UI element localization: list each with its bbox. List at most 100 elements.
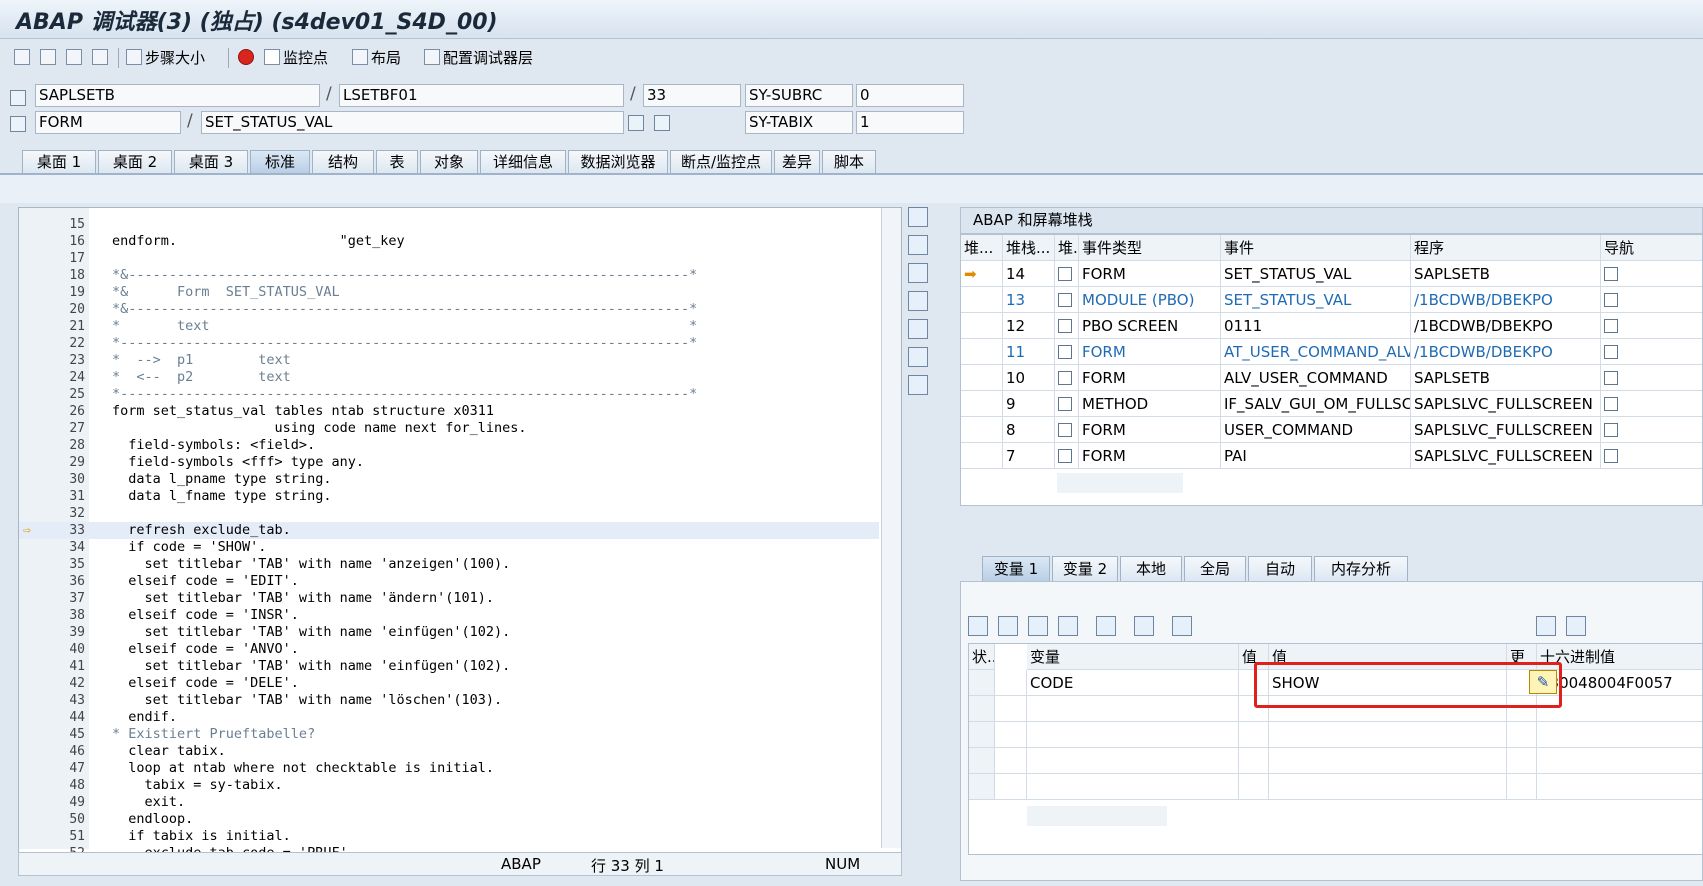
tab-desktop-2[interactable]: 桌面 2 [98, 150, 172, 173]
variable-cell[interactable] [1239, 722, 1269, 748]
tab-desktop-3[interactable]: 桌面 3 [174, 150, 248, 173]
code-line[interactable]: 34 if code = 'SHOW'. [19, 539, 879, 556]
tab-script[interactable]: 脚本 [822, 150, 876, 173]
stack-cell[interactable]: AT_USER_COMMAND_ALV [1221, 339, 1411, 365]
code-line[interactable]: 38 elseif code = 'INSR'. [19, 607, 879, 624]
stack-cell[interactable] [1601, 261, 1702, 287]
variable-cell[interactable] [995, 722, 1027, 748]
variable-cell[interactable] [1269, 748, 1507, 774]
variable-column-header[interactable]: 变量 [1027, 644, 1239, 670]
insert-icon[interactable] [998, 616, 1018, 636]
variable-cell[interactable] [1239, 696, 1269, 722]
stack-cell[interactable] [1601, 339, 1702, 365]
stack-cell[interactable] [1601, 365, 1702, 391]
step-into-button[interactable] [14, 46, 33, 68]
stack-cell[interactable]: /1BCDWB/DBEKPO [1411, 339, 1601, 365]
stack-cell[interactable] [961, 365, 1003, 391]
stack-cell[interactable]: IF_SALV_GUI_OM_FULLSC... [1221, 391, 1411, 417]
tab-objects[interactable]: 对象 [420, 150, 478, 173]
stack-cell[interactable]: 12 [1003, 313, 1055, 339]
layout-button[interactable]: 布局 [352, 46, 401, 68]
variable-cell[interactable] [1269, 696, 1507, 722]
stack-cell[interactable] [1601, 417, 1702, 443]
stack-cell[interactable]: 8 [1003, 417, 1055, 443]
stack-cell[interactable] [961, 391, 1003, 417]
config-layer-button[interactable]: 配置调试器层 [424, 46, 533, 68]
variables-hscroll[interactable] [1027, 806, 1167, 826]
row-selector[interactable] [969, 670, 995, 696]
code-line[interactable]: 35 set titlebar 'TAB' with name 'anzeige… [19, 556, 879, 573]
tab-table[interactable]: 表 [376, 150, 418, 173]
code-line[interactable]: 36 elseif code = 'EDIT'. [19, 573, 879, 590]
stack-cell[interactable] [961, 339, 1003, 365]
services-icon[interactable] [908, 375, 928, 395]
code-line[interactable]: 40 elseif code = 'ANVO'. [19, 641, 879, 658]
stack-cell[interactable]: 7 [1003, 443, 1055, 469]
stack-cell[interactable]: SAPLSLVC_FULLSCREEN [1411, 417, 1601, 443]
stack-cell[interactable]: FORM [1079, 261, 1221, 287]
stack-cell[interactable] [1055, 261, 1079, 287]
stack-cell[interactable]: METHOD [1079, 391, 1221, 417]
continue-button[interactable] [92, 46, 111, 68]
tab-standard[interactable]: 标准 [250, 150, 310, 173]
line-field[interactable]: 33 [643, 84, 741, 107]
stack-cell[interactable]: SAPLSETB [1411, 261, 1601, 287]
code-line[interactable]: 25 *-------------------------------------… [19, 386, 879, 403]
tab-memory-analysis[interactable]: 内存分析 [1314, 556, 1408, 581]
tab-auto[interactable]: 自动 [1248, 556, 1312, 581]
stack-cell[interactable] [1055, 417, 1079, 443]
stack-cell[interactable]: FORM [1079, 443, 1221, 469]
code-line[interactable]: 28 field-symbols: <field>. [19, 437, 879, 454]
variable-cell[interactable]: 530048004F0057 [1537, 670, 1702, 696]
variable-cell[interactable] [1537, 774, 1702, 800]
variable-cell[interactable] [1507, 748, 1537, 774]
tab-data-browser[interactable]: 数据浏览器 [568, 150, 668, 173]
code-line[interactable]: 15 [19, 216, 879, 233]
code-line[interactable]: 44 endif. [19, 709, 879, 726]
code-line[interactable]: 46 clear tabix. [19, 743, 879, 760]
stack-column-header[interactable]: 事件类型 [1079, 235, 1221, 261]
code-line[interactable]: 43 set titlebar 'TAB' with name 'löschen… [19, 692, 879, 709]
stack-grid[interactable]: 堆... 堆栈... 堆. 事件类型 事件 程序 导航 ➡ 14 FORM SET_STATUS_V… [960, 234, 1703, 506]
tab-variables-2[interactable]: 变量 2 [1052, 556, 1118, 581]
tab-local[interactable]: 本地 [1120, 556, 1182, 581]
variable-cell[interactable] [1269, 722, 1507, 748]
stack-cell[interactable]: SAPLSLVC_FULLSCREEN [1411, 443, 1601, 469]
stack-cell[interactable]: SET_STATUS_VAL [1221, 261, 1411, 287]
code-line[interactable]: 27 using code name next for_lines. [19, 420, 879, 437]
delete-icon[interactable] [968, 616, 988, 636]
variable-cell[interactable] [1507, 774, 1537, 800]
stack-cell[interactable] [1055, 365, 1079, 391]
stack-cell[interactable] [1601, 287, 1702, 313]
stack-cell[interactable]: PAI [1221, 443, 1411, 469]
headphones-icon[interactable] [908, 347, 928, 367]
stack-cell[interactable]: FORM [1079, 365, 1221, 391]
variable-cell[interactable] [1239, 774, 1269, 800]
stack-cell[interactable] [1055, 313, 1079, 339]
code-line[interactable]: 47 loop at ntab where not checktable is … [19, 760, 879, 777]
stack-cell[interactable]: FORM [1079, 339, 1221, 365]
code-line[interactable]: 18 *&------------------------------------… [19, 267, 879, 284]
source-code-editor[interactable]: 15 16 endform. "get_key 17 18 *&-------------… [18, 207, 902, 862]
close-view-icon[interactable] [908, 207, 928, 227]
code-line[interactable]: 17 [19, 250, 879, 267]
stack-cell[interactable] [1055, 287, 1079, 313]
variable-cell[interactable] [1027, 696, 1239, 722]
stack-cell[interactable]: /1BCDWB/DBEKPO [1411, 287, 1601, 313]
variables-grid[interactable]: 状...变量值值更十六进制值CODESHOW530048004F0057 [968, 643, 1703, 855]
clear-icon[interactable] [1058, 616, 1078, 636]
code-line[interactable]: 32 [19, 505, 879, 522]
edit-value-button[interactable]: ✎ [1529, 670, 1557, 694]
variable-cell[interactable] [1239, 748, 1269, 774]
code-line[interactable]: 23 * --> p1 text [19, 352, 879, 369]
variable-column-header[interactable]: 值 [1239, 644, 1269, 670]
stack-cell[interactable]: ➡ [961, 261, 1003, 287]
row-selector[interactable] [969, 748, 995, 774]
tab-global[interactable]: 全局 [1184, 556, 1246, 581]
sy-tabix-value[interactable]: 1 [856, 111, 964, 134]
event-type-field[interactable]: FORM [35, 111, 181, 134]
code-line[interactable]: 20 *&------------------------------------… [19, 301, 879, 318]
tab-structure[interactable]: 结构 [312, 150, 374, 173]
tab-desktop-1[interactable]: 桌面 1 [22, 150, 96, 173]
stack-cell[interactable]: USER_COMMAND [1221, 417, 1411, 443]
